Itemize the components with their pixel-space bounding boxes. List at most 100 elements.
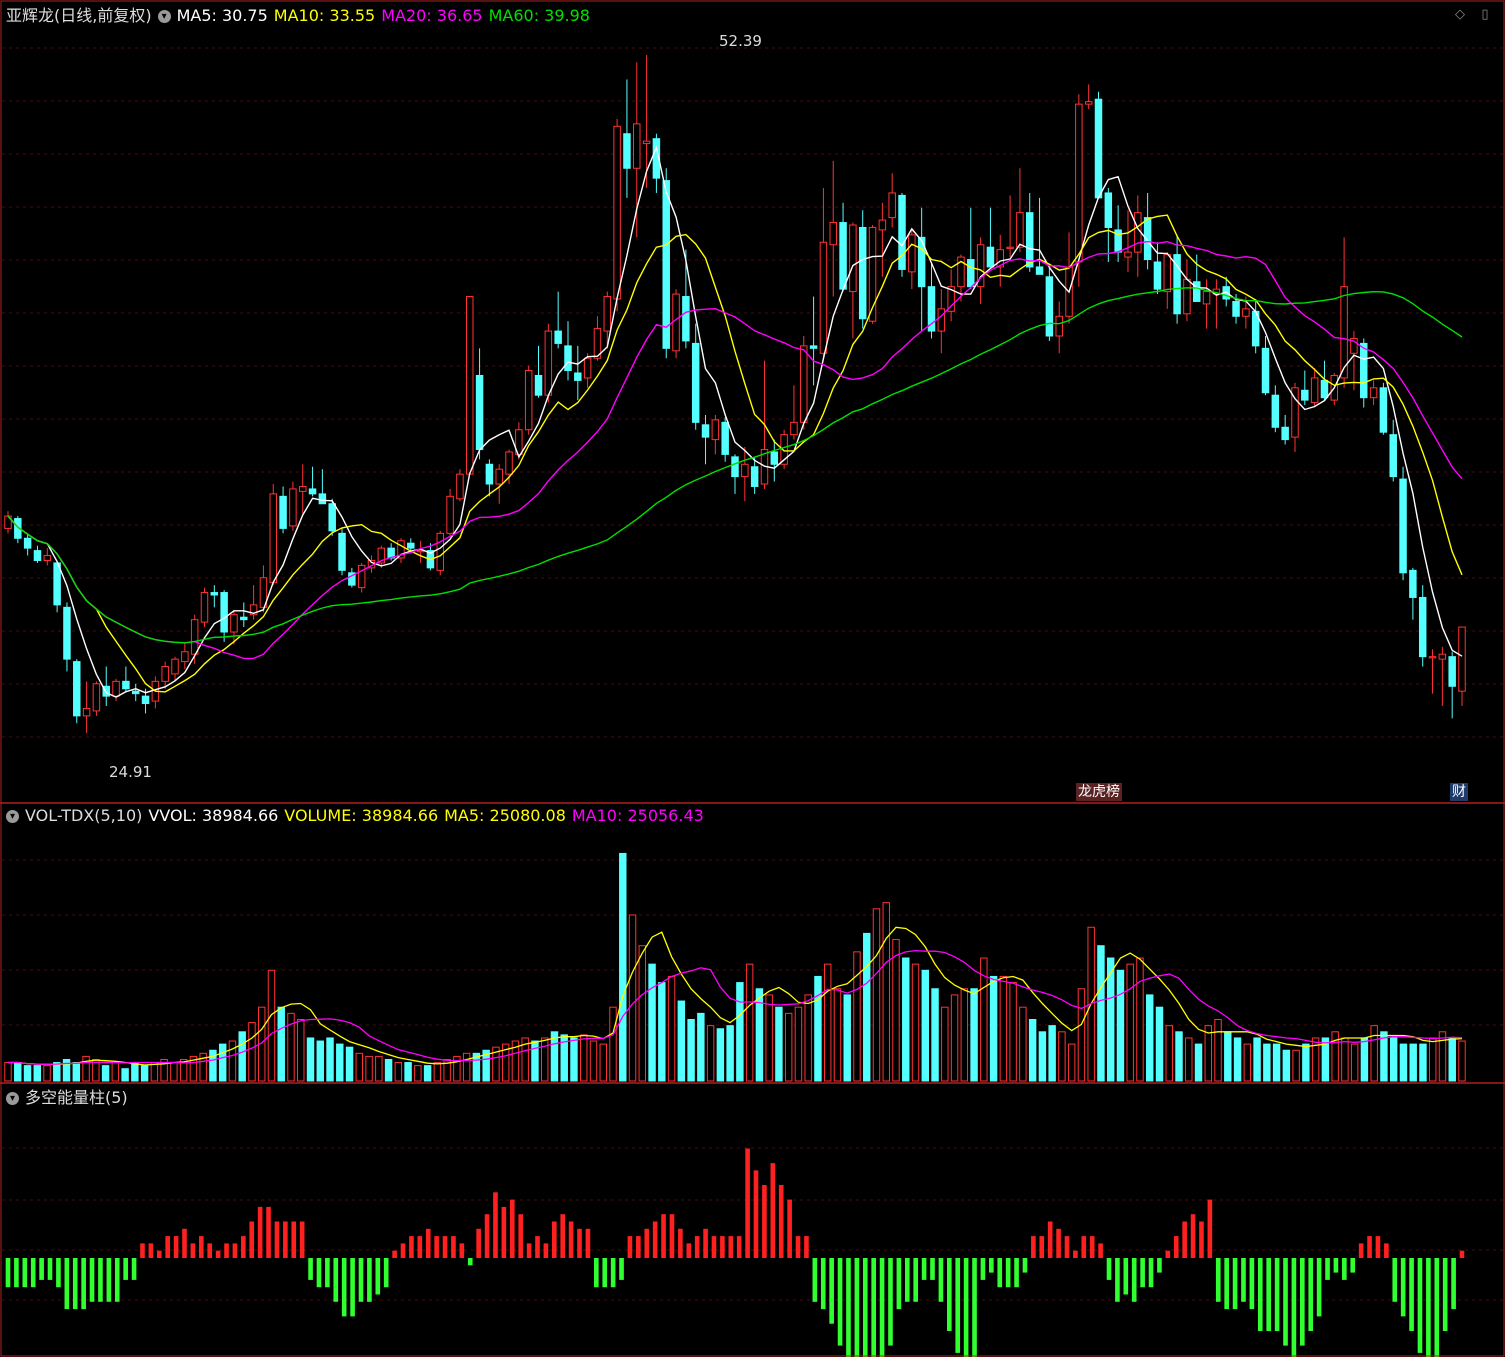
candle-body xyxy=(819,241,828,354)
volume-bar xyxy=(1360,1037,1369,1082)
volume-bar xyxy=(667,975,676,1082)
volume-bar xyxy=(1458,1040,1466,1082)
candle-body xyxy=(898,194,906,270)
volume-bar xyxy=(853,951,861,1082)
candle-body xyxy=(1360,342,1368,399)
candle-body xyxy=(1202,291,1211,305)
volume-bar xyxy=(804,994,812,1082)
energy-bar-bull xyxy=(1358,1243,1364,1258)
volume-bar xyxy=(306,1037,315,1082)
energy-bar-bull xyxy=(1375,1236,1381,1258)
volume-bar xyxy=(404,1062,412,1082)
energy-bar-bear xyxy=(1291,1258,1297,1357)
energy-bar-bear xyxy=(1215,1258,1221,1302)
energy-bar-bull xyxy=(1199,1221,1204,1258)
volume-bar xyxy=(1175,1031,1183,1082)
volume-bar xyxy=(23,1065,32,1082)
energy-bar-bear xyxy=(1224,1258,1229,1310)
volume-bar xyxy=(745,963,754,1082)
candle-body xyxy=(33,550,42,561)
energy-bar-bear xyxy=(1417,1258,1423,1353)
energy-bar-bull xyxy=(770,1163,776,1258)
candle-body xyxy=(937,308,946,332)
volume-bar xyxy=(1370,1025,1378,1082)
maximize-icon[interactable]: ▯ xyxy=(1478,8,1492,22)
volume-bar xyxy=(1077,988,1086,1082)
energy-bar-bear xyxy=(1283,1258,1288,1346)
energy-bar-bear xyxy=(56,1258,61,1288)
volume-bar xyxy=(1058,1031,1066,1082)
energy-toggle-icon[interactable]: ▾ xyxy=(6,1092,19,1105)
candle-body xyxy=(967,259,975,288)
energy-bar-bear xyxy=(1442,1258,1448,1331)
volume-bar xyxy=(1224,1031,1232,1082)
candle-body xyxy=(269,493,277,584)
candle-body xyxy=(1399,478,1407,574)
energy-bar-bull xyxy=(509,1199,515,1258)
energy-bar-bull xyxy=(299,1221,305,1258)
energy-bar-bear xyxy=(325,1258,330,1288)
volume-bar xyxy=(706,1025,715,1082)
candle-body xyxy=(82,707,91,717)
volume-toggle-icon[interactable]: ▾ xyxy=(6,810,19,823)
candle-body xyxy=(623,133,631,169)
volume-bar xyxy=(297,1019,305,1082)
finance-tag[interactable]: 财 xyxy=(1450,783,1468,801)
energy-bar-bear xyxy=(1274,1258,1280,1331)
volume-bar xyxy=(658,982,666,1082)
settings-toggle-icon[interactable]: ▾ xyxy=(157,10,171,23)
stock-chart xyxy=(0,0,1505,1357)
candle-body xyxy=(642,140,651,145)
energy-bar-bear xyxy=(1308,1258,1314,1331)
volume-bar xyxy=(921,969,930,1082)
candle-body xyxy=(633,123,641,169)
candle-body xyxy=(809,345,818,349)
energy-bar-bear xyxy=(64,1258,70,1310)
energy-bar-bull xyxy=(266,1206,271,1258)
volume-bar xyxy=(540,1037,549,1082)
candle-body xyxy=(210,592,219,596)
volume-bar xyxy=(1419,1043,1427,1082)
energy-bar-bull xyxy=(1182,1221,1187,1258)
volume-bar xyxy=(1282,1049,1291,1082)
energy-bar-bull xyxy=(140,1243,145,1258)
candle-body xyxy=(1301,389,1309,401)
volume-bar xyxy=(345,1046,354,1082)
energy-bar-bull xyxy=(417,1236,423,1258)
energy-bar-bear xyxy=(1148,1258,1154,1288)
candle-body xyxy=(436,532,445,571)
volume-bar xyxy=(1038,1031,1047,1082)
energy-bar-bull xyxy=(283,1221,288,1258)
billboard-tag[interactable]: 龙虎榜 xyxy=(1076,783,1122,801)
candle-body xyxy=(141,695,150,705)
candle-body xyxy=(1232,300,1240,317)
energy-bar-bear xyxy=(846,1258,851,1357)
energy-bar-bull xyxy=(720,1236,725,1258)
candle-body xyxy=(200,592,209,623)
energy-bar-bull xyxy=(165,1236,170,1258)
energy-bar-bull xyxy=(190,1243,196,1258)
volume-bar xyxy=(931,988,939,1082)
candle-body xyxy=(1193,281,1201,302)
candle-body xyxy=(524,370,533,431)
volume-bar xyxy=(53,1062,61,1082)
candle-body xyxy=(43,555,52,561)
volume-bar xyxy=(1204,1025,1213,1082)
candle-body xyxy=(1183,278,1191,315)
volume-ma5-label: MA5: 25080.08 xyxy=(444,806,566,825)
energy-bar-bull xyxy=(1190,1214,1196,1258)
energy-bar-bear xyxy=(1342,1258,1347,1280)
candle-body xyxy=(770,451,779,465)
volume-bar xyxy=(716,1028,725,1082)
candle-body xyxy=(1428,656,1437,659)
candle-body xyxy=(1369,387,1378,399)
energy-bar-bull xyxy=(257,1206,263,1258)
candle-body xyxy=(672,293,680,352)
diamond-icon[interactable]: ◇ xyxy=(1453,8,1467,22)
energy-bar-bear xyxy=(1249,1258,1255,1310)
candle-body xyxy=(308,488,317,495)
volume-bar xyxy=(1048,1025,1056,1082)
candle-body xyxy=(131,690,140,695)
volume-bar xyxy=(1429,1037,1437,1082)
energy-bar-bull xyxy=(577,1228,582,1258)
